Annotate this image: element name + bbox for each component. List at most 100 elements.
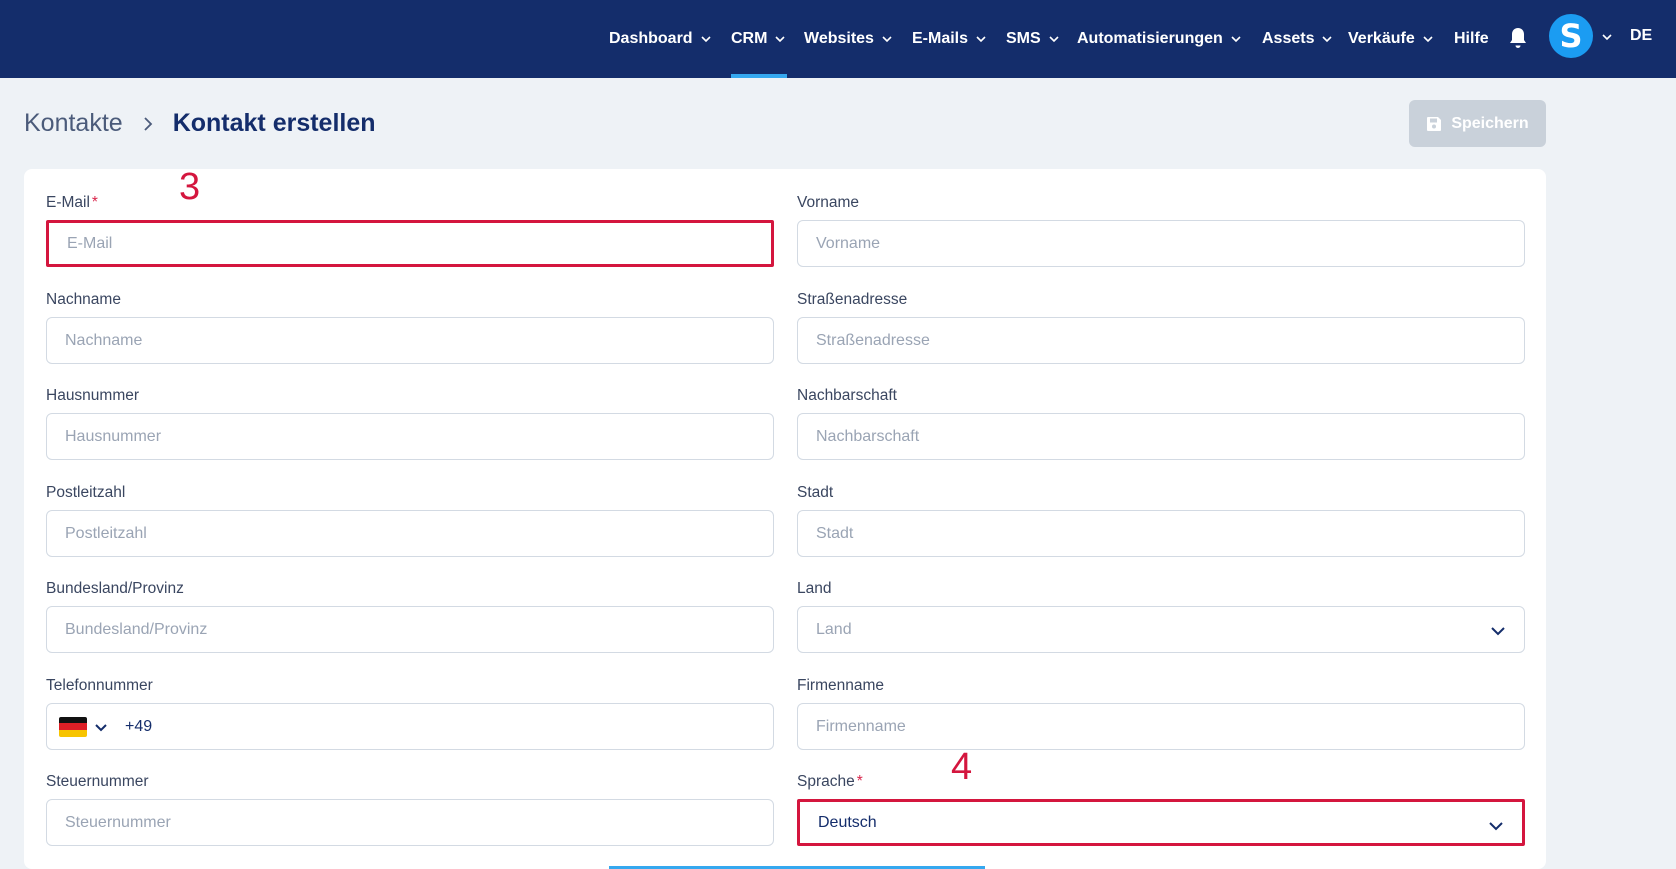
lastname-placeholder: Nachname: [65, 331, 143, 349]
floppy-disk-icon: [1427, 116, 1442, 131]
nav-websites[interactable]: Websites: [804, 0, 894, 78]
page-title: Kontakt erstellen: [172, 109, 376, 137]
breadcrumb-root[interactable]: Kontakte: [24, 109, 123, 138]
street-field[interactable]: Straßenadresse: [797, 317, 1525, 364]
city-label: Stadt: [797, 484, 834, 501]
nav-label: Assets: [1262, 30, 1315, 47]
nav-help[interactable]: Hilfe: [1454, 0, 1489, 78]
firstname-label: Vorname: [797, 194, 860, 211]
firstname-field[interactable]: Vorname: [797, 220, 1525, 267]
zip-label: Postleitzahl: [46, 484, 126, 501]
chevron-down-icon[interactable]: [1600, 30, 1614, 44]
state-placeholder: Bundesland/Provinz: [65, 620, 208, 638]
chevron-down-icon: [1491, 627, 1505, 636]
phone-field-group: Telefonnummer +49: [46, 676, 774, 750]
nav-label: Hilfe: [1454, 30, 1489, 47]
nav-crm[interactable]: CRM: [731, 0, 788, 78]
nav-sms[interactable]: SMS: [1006, 0, 1061, 78]
nav-dashboard[interactable]: Dashboard: [609, 0, 713, 78]
germany-flag-icon[interactable]: [59, 716, 87, 737]
chevron-down-icon: [775, 36, 786, 43]
language-select[interactable]: Deutsch: [797, 799, 1525, 846]
taxnumber-field-group: Steuernummer Steuernummer: [46, 772, 774, 846]
language-switcher[interactable]: DE: [1630, 27, 1652, 45]
nav-assets[interactable]: Assets: [1262, 0, 1334, 78]
street-field-group: Straßenadresse Straßenadresse: [797, 290, 1525, 364]
country-placeholder: Land: [816, 620, 852, 638]
contact-form-card: E-Mail * E-Mail Vorname Vorname Nachname …: [24, 169, 1546, 869]
email-field[interactable]: E-Mail: [46, 220, 774, 267]
neighborhood-field-group: Nachbarschaft Nachbarschaft: [797, 386, 1525, 460]
street-placeholder: Straßenadresse: [816, 331, 930, 349]
state-field-group: Bundesland/Provinz Bundesland/Provinz: [46, 579, 774, 653]
chevron-down-icon: [882, 36, 892, 43]
nav-label: Verkäufe: [1348, 30, 1415, 47]
lastname-field-group: Nachname Nachname: [46, 290, 774, 364]
chevron-down-icon: [1322, 36, 1333, 43]
firstname-placeholder: Vorname: [816, 234, 881, 252]
language-label: Sprache *: [797, 773, 863, 790]
nav-emails[interactable]: E-Mails: [912, 0, 988, 78]
city-field-group: Stadt Stadt: [797, 483, 1525, 557]
street-label: Straßenadresse: [797, 291, 908, 308]
chevron-down-icon: [1231, 36, 1241, 43]
chevron-right-icon: [144, 116, 152, 131]
breadcrumb: Kontakte Kontakt erstellen: [24, 109, 376, 138]
nav-label: SMS: [1006, 30, 1041, 47]
zip-field-group: Postleitzahl Postleitzahl: [46, 483, 774, 557]
neighborhood-label: Nachbarschaft: [797, 387, 897, 404]
email-label: E-Mail *: [46, 194, 98, 211]
avatar[interactable]: S: [1549, 14, 1593, 58]
phone-field[interactable]: +49: [46, 703, 774, 750]
email-placeholder: E-Mail: [67, 234, 113, 252]
lastname-field[interactable]: Nachname: [46, 317, 774, 364]
housenumber-field-group: Hausnummer Hausnummer: [46, 386, 774, 460]
annotation-marker-3: 3: [179, 166, 201, 208]
bell-icon[interactable]: [1508, 26, 1528, 50]
city-placeholder: Stadt: [816, 524, 854, 542]
nav-label: Dashboard: [609, 30, 693, 47]
zip-field[interactable]: Postleitzahl: [46, 510, 774, 557]
neighborhood-placeholder: Nachbarschaft: [816, 427, 920, 445]
nav-label: Automatisierungen: [1077, 30, 1223, 47]
taxnumber-placeholder: Steuernummer: [65, 813, 171, 831]
nav-label: Websites: [804, 30, 874, 47]
email-field-group: E-Mail * E-Mail: [46, 193, 774, 267]
save-button[interactable]: Speichern: [1409, 100, 1546, 147]
chevron-down-icon: [976, 36, 986, 43]
company-placeholder: Firmenname: [816, 717, 906, 735]
state-label: Bundesland/Provinz: [46, 580, 184, 597]
taxnumber-field[interactable]: Steuernummer: [46, 799, 774, 846]
city-field[interactable]: Stadt: [797, 510, 1525, 557]
zip-placeholder: Postleitzahl: [65, 524, 147, 542]
state-field[interactable]: Bundesland/Provinz: [46, 606, 774, 653]
chevron-down-icon: [701, 36, 711, 43]
chevron-down-icon: [1049, 36, 1059, 43]
country-label: Land: [797, 580, 832, 597]
chevron-down-icon: [1489, 822, 1503, 831]
save-button-label: Speichern: [1451, 114, 1529, 132]
country-select[interactable]: Land: [797, 606, 1525, 653]
taxnumber-label: Steuernummer: [46, 773, 149, 790]
nav-sales[interactable]: Verkäufe: [1348, 0, 1435, 78]
chevron-down-icon: [1423, 36, 1433, 43]
language-field-group: Sprache * Deutsch: [797, 772, 1525, 846]
nav-label: E-Mails: [912, 30, 969, 47]
company-field[interactable]: Firmenname: [797, 703, 1525, 750]
nav-automations[interactable]: Automatisierungen: [1077, 0, 1243, 78]
neighborhood-field[interactable]: Nachbarschaft: [797, 413, 1525, 460]
annotation-marker-4: 4: [951, 746, 973, 788]
housenumber-placeholder: Hausnummer: [65, 427, 162, 445]
phone-country-code: +49: [125, 717, 153, 735]
housenumber-label: Hausnummer: [46, 387, 140, 404]
chevron-down-icon[interactable]: [93, 719, 109, 735]
nav-label: CRM: [731, 30, 768, 47]
country-field-group: Land Land: [797, 579, 1525, 653]
housenumber-field[interactable]: Hausnummer: [46, 413, 774, 460]
company-field-group: Firmenname Firmenname: [797, 676, 1525, 750]
firstname-field-group: Vorname Vorname: [797, 193, 1525, 267]
phone-label: Telefonnummer: [46, 677, 153, 694]
lastname-label: Nachname: [46, 291, 121, 308]
language-value: Deutsch: [818, 813, 877, 831]
company-label: Firmenname: [797, 677, 884, 694]
